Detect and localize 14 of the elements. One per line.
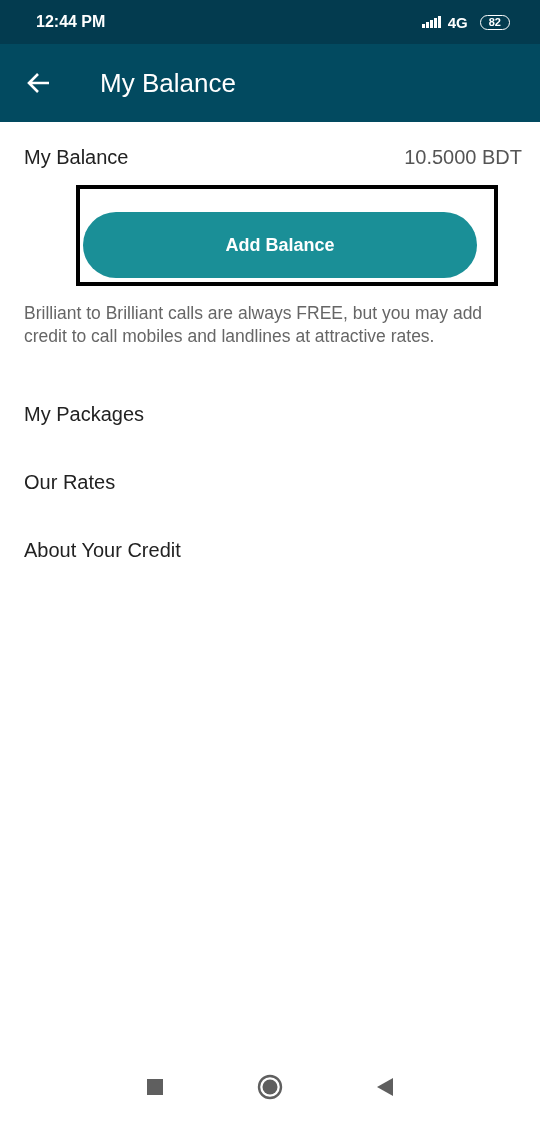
back-icon[interactable] bbox=[377, 1078, 393, 1096]
signal-icon bbox=[421, 15, 442, 29]
balance-amount: 10.5000 BDT bbox=[404, 145, 522, 169]
network-label: 4G bbox=[447, 13, 468, 31]
home-icon[interactable] bbox=[257, 1074, 283, 1100]
balance-label: My Balance bbox=[24, 145, 129, 169]
back-arrow-icon[interactable] bbox=[27, 72, 51, 94]
info-text: Brilliant to Brilliant calls are always FREE, but you may add credit to call mobiles and landlines at attractive rates. bbox=[24, 302, 484, 348]
menu-item[interactable]: My Packages bbox=[0, 380, 540, 448]
add-balance-button[interactable]: Add Balance bbox=[83, 212, 477, 278]
menu-item[interactable]: Our Rates bbox=[0, 448, 540, 516]
menu-item[interactable]: About Your Credit bbox=[0, 516, 540, 584]
screen-title: My Balance bbox=[100, 67, 236, 99]
status-time: 12:44 PM bbox=[36, 13, 106, 31]
